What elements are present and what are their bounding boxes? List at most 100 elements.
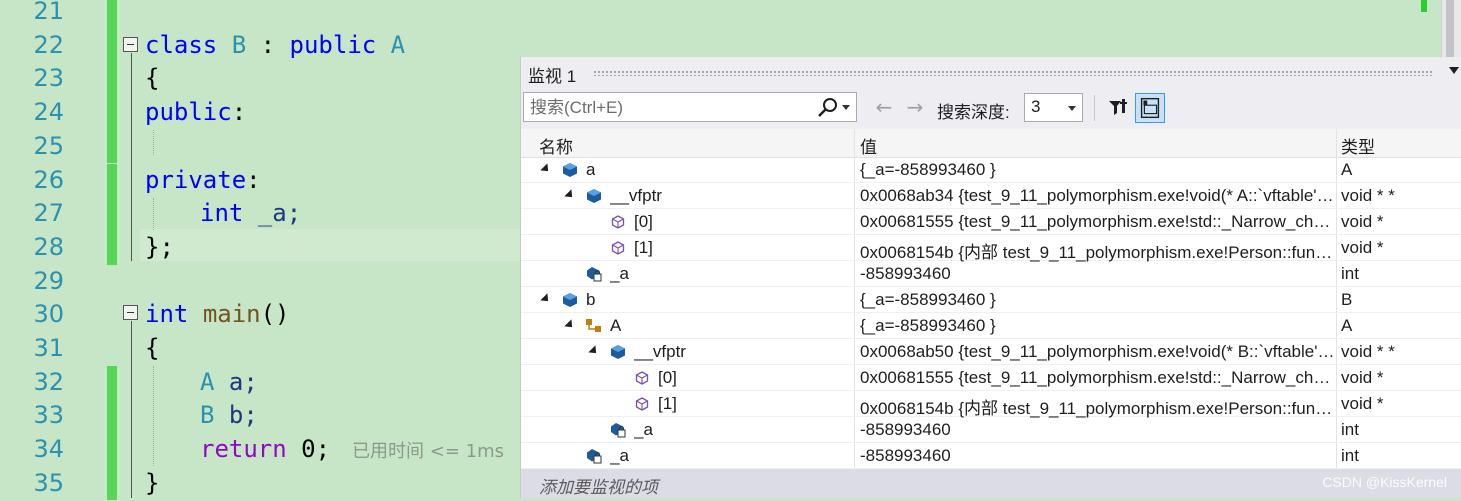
line-number: 25	[33, 131, 64, 160]
change-indicator	[1421, 0, 1427, 12]
watch-value[interactable]: {_a=-858993460 }	[860, 316, 1335, 336]
expand-toggle-icon[interactable]	[564, 189, 576, 201]
watch-toolbar: ← → 搜索深度: 3	[521, 89, 1461, 129]
watch-type: void *	[1341, 368, 1384, 387]
column-header-value[interactable]: 值	[860, 133, 877, 158]
code-text: :	[246, 30, 290, 59]
column-header-type[interactable]: 类型	[1341, 133, 1375, 158]
watch-name: __vfptr	[610, 186, 662, 205]
code-text: 0;	[286, 435, 331, 464]
watch-value[interactable]: 0x0068ab50 {test_9_11_polymorphism.exe!v…	[860, 342, 1335, 362]
watch-name: [1]	[634, 238, 653, 257]
watch-name: A	[610, 316, 622, 335]
chevron-down-icon[interactable]	[842, 105, 850, 110]
watch-type: int	[1341, 446, 1359, 465]
watch-name: __vfptr	[634, 342, 686, 361]
expand-toggle-icon[interactable]	[588, 345, 600, 357]
watch-value[interactable]: 0x0068154b {内部 test_9_11_polymorphism.ex…	[860, 394, 1335, 419]
change-marker	[107, 62, 117, 97]
watch-name: b	[586, 290, 596, 309]
object-icon	[561, 291, 579, 309]
change-marker	[107, 0, 117, 29]
code-line[interactable]: 21	[0, 0, 1461, 29]
cube-icon	[609, 239, 627, 257]
class-name: A	[200, 367, 215, 396]
watermark: CSDN @KissKernel	[1322, 474, 1447, 490]
indent-guide	[153, 130, 154, 155]
line-number: 24	[33, 98, 64, 127]
watch-type: void * *	[1341, 342, 1395, 361]
expand-toggle-icon[interactable]	[540, 293, 552, 305]
line-number: 33	[33, 401, 64, 430]
collapse-toggle-icon[interactable]	[123, 37, 138, 52]
watch-value[interactable]: 0x0068154b {内部 test_9_11_polymorphism.ex…	[860, 238, 1335, 263]
change-marker	[107, 28, 117, 63]
base-class-icon	[585, 317, 603, 335]
watch-row[interactable]: a {_a=-858993460 } A	[521, 157, 1461, 183]
line-number: 21	[33, 0, 64, 25]
line-number: 27	[33, 199, 64, 228]
watch-value[interactable]: -858993460	[860, 264, 1335, 284]
cube-icon	[633, 369, 651, 387]
private-field-icon	[609, 421, 627, 439]
column-header-name[interactable]: 名称	[539, 133, 573, 158]
change-marker	[107, 197, 117, 231]
keyword: class	[145, 30, 218, 59]
perf-tip[interactable]: 已用时间 <= 1ms	[352, 441, 504, 462]
watch-window[interactable]: 监视 1 ← → 搜索深度: 3	[520, 57, 1461, 498]
watch-value[interactable]: {_a=-858993460 }	[860, 160, 1335, 180]
watch-row[interactable]: b {_a=-858993460 } B	[521, 287, 1461, 313]
watch-row[interactable]: [0] 0x00681555 {test_9_11_polymorphism.ex…	[521, 365, 1461, 391]
search-input[interactable]	[524, 93, 812, 123]
keyword: return	[200, 435, 287, 464]
toolbar-separator	[1094, 95, 1095, 121]
window-menu-icon[interactable]	[1449, 67, 1459, 74]
watch-value[interactable]: 0x00681555 {test_9_11_polymorphism.exe!s…	[860, 368, 1335, 388]
object-icon	[609, 343, 627, 361]
editor-scrollbar[interactable]	[1419, 0, 1461, 60]
collapse-toggle-icon[interactable]	[123, 305, 138, 320]
watch-row[interactable]: __vfptr 0x0068ab50 {test_9_11_polymorphis…	[521, 339, 1461, 365]
watch-row[interactable]: _a -858993460 int	[521, 443, 1461, 469]
watch-type: void *	[1341, 212, 1384, 231]
watch-value[interactable]: -858993460	[860, 420, 1335, 440]
keyword: int	[200, 199, 244, 228]
hex-display-icon[interactable]	[1135, 93, 1165, 123]
watch-value[interactable]: 0x00681555 {test_9_11_polymorphism.exe!s…	[860, 212, 1335, 232]
watch-value[interactable]: {_a=-858993460 }	[860, 290, 1335, 310]
watch-row[interactable]: A {_a=-858993460 } A	[521, 313, 1461, 339]
change-marker	[107, 365, 117, 400]
forward-arrow-icon[interactable]: →	[902, 97, 928, 119]
watch-row[interactable]: __vfptr 0x0068ab34 {test_9_11_polymorphis…	[521, 183, 1461, 209]
watch-value[interactable]: 0x0068ab34 {test_9_11_polymorphism.exe!v…	[860, 186, 1335, 206]
add-watch-row[interactable]: 添加要监视的项	[521, 469, 1461, 498]
expand-toggle-icon[interactable]	[564, 319, 576, 331]
watch-value[interactable]: -858993460	[860, 446, 1335, 466]
watch-row[interactable]: [1] 0x0068154b {内部 test_9_11_polymorphism…	[521, 391, 1461, 419]
search-depth-value: 3	[1031, 97, 1041, 116]
expand-toggle-icon[interactable]	[540, 163, 552, 175]
back-arrow-icon[interactable]: ←	[871, 97, 897, 119]
search-box[interactable]	[523, 92, 857, 123]
watch-titlebar[interactable]: 监视 1	[521, 57, 1461, 89]
keyword: private	[145, 165, 247, 194]
grid-header: 名称 值 类型	[521, 129, 1461, 158]
watch-row[interactable]: [1] 0x0068154b {内部 test_9_11_polymorphism…	[521, 235, 1461, 263]
watch-row[interactable]: _a -858993460 int	[521, 261, 1461, 287]
search-icon[interactable]	[816, 96, 840, 120]
cube-icon	[609, 213, 627, 231]
add-watch-placeholder[interactable]: 添加要监视的项	[539, 473, 658, 498]
watch-grid[interactable]: 名称 值 类型 a {_a=-858993460 } A __vfptr 0x0068a…	[521, 129, 1461, 498]
line-number: 30	[33, 300, 64, 329]
change-marker	[107, 163, 117, 198]
class-name: B	[200, 401, 215, 430]
member-variable: _a;	[243, 199, 302, 228]
filter-pin-icon[interactable]	[1103, 93, 1133, 123]
change-marker	[107, 466, 117, 501]
drag-grip[interactable]	[593, 70, 1432, 76]
watch-row[interactable]: _a -858993460 int	[521, 417, 1461, 443]
search-depth-select[interactable]: 3	[1024, 93, 1083, 122]
scroll-thumb[interactable]	[1446, 0, 1454, 60]
line-number: 28	[33, 232, 64, 261]
watch-row[interactable]: [0] 0x00681555 {test_9_11_polymorphism.ex…	[521, 209, 1461, 235]
